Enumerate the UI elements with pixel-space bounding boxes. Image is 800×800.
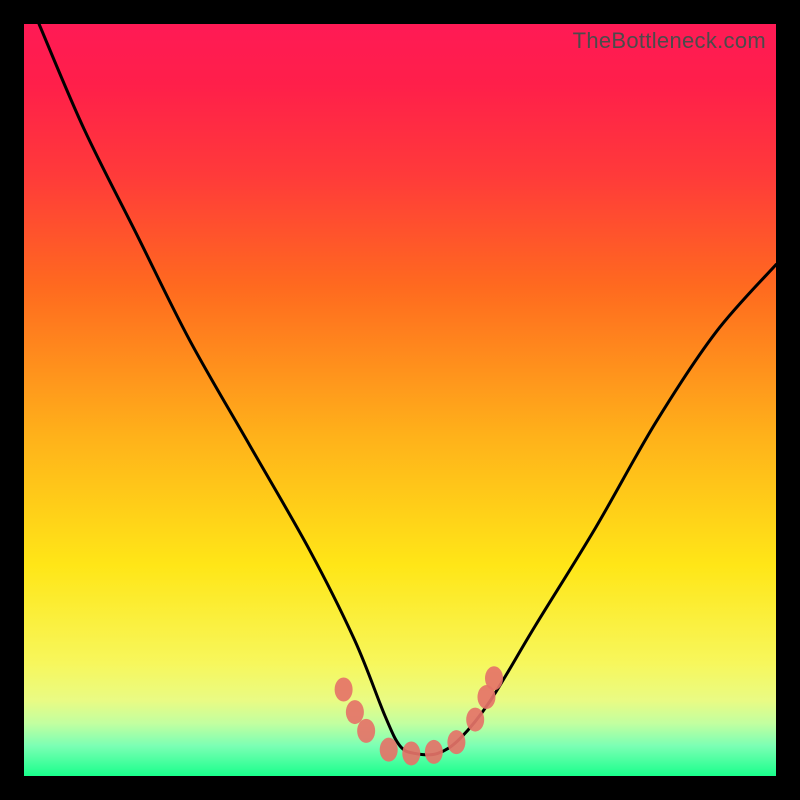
curve-marker [335,678,353,702]
curve-marker [466,708,484,732]
bottleneck-curve [24,24,776,776]
curve-marker [425,740,443,764]
curve-marker [380,738,398,762]
plot-area: TheBottleneck.com [24,24,776,776]
curve-marker [485,666,503,690]
curve-marker [357,719,375,743]
curve-line [39,24,776,755]
curve-marker [346,700,364,724]
curve-markers [335,666,503,765]
chart-frame: TheBottleneck.com [0,0,800,800]
curve-marker [402,741,420,765]
curve-marker [447,730,465,754]
